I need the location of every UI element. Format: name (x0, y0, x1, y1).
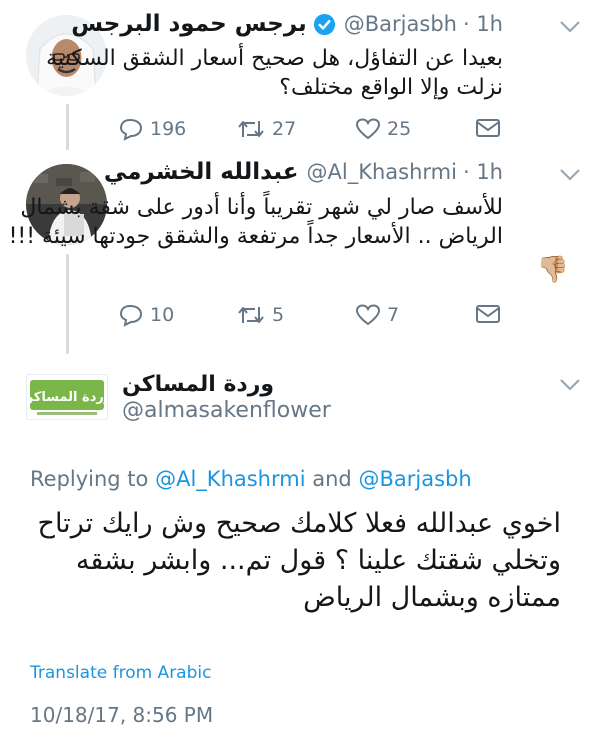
thread-line-2 (66, 254, 69, 354)
heart-icon (355, 304, 381, 326)
tweet-time[interactable]: · 1h (463, 12, 503, 36)
tweet-text-line: للأسف صار لي شهر تقريباً وأنا أدور على ش… (20, 195, 503, 220)
user-handle[interactable]: @almasakenflower (122, 398, 331, 423)
tweet-text-line: ممتازه وبشمال الرياض (303, 582, 561, 613)
chevron-down-icon[interactable] (559, 378, 581, 392)
chevron-down-icon[interactable] (559, 20, 581, 34)
replying-and: and (312, 467, 352, 491)
retweet-icon (238, 307, 264, 323)
reply-button[interactable]: 196 (118, 117, 186, 141)
retweet-count: 27 (272, 118, 297, 140)
tweet-actions: 196 27 25 (118, 117, 508, 145)
avatar-logo-icon: وردة المساكن (27, 375, 107, 419)
display-name[interactable]: برجس حمود البرجس (71, 11, 307, 37)
display-name[interactable]: وردة المساكن (122, 372, 274, 397)
tweet-text-line: وتخلي شقتك علينا ؟ قول تم... وابشر بشقه (75, 545, 561, 576)
direct-message-button[interactable] (475, 303, 501, 325)
tweet-timestamp[interactable]: 10/18/17, 8:56 PM (30, 703, 213, 727)
envelope-icon (476, 119, 500, 137)
user-handle[interactable]: @Al_Khashrmi (307, 160, 457, 184)
like-button[interactable]: 25 (355, 117, 411, 141)
reply-count: 10 (150, 304, 175, 326)
direct-message-button[interactable] (475, 117, 501, 139)
tweet-text: للأسف صار لي شهر تقريباً وأنا أدور على ش… (8, 193, 503, 251)
avatar-logo-text: وردة المساكن (27, 390, 107, 405)
envelope-icon (476, 305, 500, 323)
tweet-text: اخوي عبدالله فعلا كلامك صحيح وش رايك ترت… (21, 505, 561, 616)
replying-to: Replying to @Al_Khashrmi and @Barjasbh (30, 467, 472, 491)
tweet-header: عبدالله الخشرمي @Al_Khashrmi · 1h (104, 159, 503, 185)
heart-icon (355, 118, 381, 140)
tweet-header: برجس حمود البرجس @Barjasbh · 1h (71, 11, 503, 37)
replying-user-link[interactable]: @Barjasbh (358, 467, 471, 491)
tweet-text-line: بعيدا عن التفاؤل، هل صحيح أسعار الشقق ال… (46, 46, 503, 71)
tweet-text: بعيدا عن التفاؤل، هل صحيح أسعار الشقق ال… (33, 44, 503, 102)
tweet-text-line: الرياض .. الأسعار جداً مرتفعة والشقق جود… (8, 224, 503, 249)
replying-user-link[interactable]: @Al_Khashrmi (155, 467, 305, 491)
chevron-down-icon[interactable] (559, 168, 581, 182)
replying-prefix: Replying to (30, 467, 149, 491)
like-count: 7 (387, 304, 400, 326)
avatar[interactable]: وردة المساكن (26, 374, 108, 420)
reply-button[interactable]: 10 (118, 303, 174, 327)
reply-icon (119, 304, 143, 327)
translate-link[interactable]: Translate from Arabic (30, 663, 211, 683)
reply-icon (119, 118, 143, 141)
like-count: 25 (387, 118, 412, 140)
tweet-actions: 10 5 7 (118, 303, 508, 331)
like-button[interactable]: 7 (355, 303, 399, 327)
display-name[interactable]: عبدالله الخشرمي (104, 159, 299, 185)
reply-count: 196 (150, 118, 187, 140)
retweet-button[interactable]: 27 (236, 117, 296, 141)
tweet-text-line: اخوي عبدالله فعلا كلامك صحيح وش رايك ترت… (37, 508, 561, 539)
thread-line-1 (66, 104, 69, 150)
user-handle[interactable]: @Barjasbh (344, 12, 457, 36)
retweet-count: 5 (272, 304, 285, 326)
tweet-text-line: نزلت وإلا الواقع مختلف؟ (279, 75, 503, 100)
thumbs-down-emoji: 👎🏼 (536, 255, 569, 285)
tweet-time[interactable]: · 1h (463, 160, 503, 184)
retweet-icon (238, 121, 264, 137)
verified-badge-icon (313, 13, 336, 36)
retweet-button[interactable]: 5 (236, 303, 284, 327)
